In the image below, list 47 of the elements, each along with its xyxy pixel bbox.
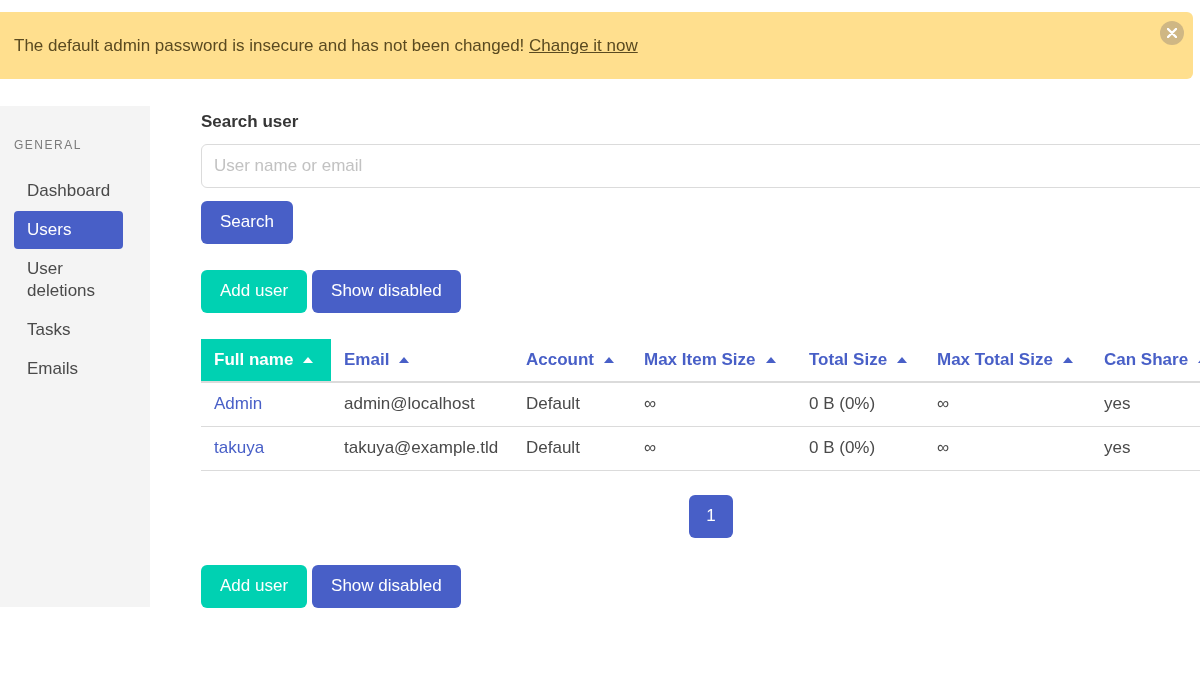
field-label: Search user [201,111,300,133]
table-cell-text: ∞ [643,393,658,416]
sidebar-item[interactable]: Dashboard [14,172,123,210]
table-cell-text: Default [525,437,581,460]
sidebar-item[interactable]: Emails [14,350,123,388]
column-label: Email [344,348,390,371]
column-label: Full name [214,348,294,371]
table-cell-text: ∞ [936,393,951,416]
column-label: Total Size [809,348,888,371]
table-cell-text: ∞ [643,437,658,460]
column-header[interactable]: Account [513,338,631,381]
page-button[interactable]: 1 [689,494,733,538]
sort-arrow-icon [604,356,614,363]
sidebar-item[interactable]: Tasks [14,311,123,349]
sort-arrow-icon [1062,356,1073,363]
column-header[interactable]: Can Share [1091,338,1200,381]
column-label: Can Share [1104,348,1189,371]
sidebar-item[interactable]: User deletions [14,250,123,310]
search-button[interactable]: Search [201,200,293,244]
sort-arrow-icon [765,356,776,363]
close-button[interactable] [1160,21,1184,45]
close-icon [1167,28,1177,38]
column-header[interactable]: Max Item Size [631,338,796,381]
table-cell-text: yes [1103,393,1132,416]
user-link[interactable]: takuya [201,435,331,461]
column-header[interactable]: Total Size [796,338,924,381]
user-link[interactable]: Admin [201,391,331,417]
table-cell-text: ∞ [936,437,951,460]
column-label: Account [526,348,594,371]
change-password-link[interactable]: Change it now [529,35,638,55]
warning-message: The default admin password is insecure and has not been changed! Change it now [14,34,638,57]
column-header[interactable]: Email [331,338,513,381]
search-field[interactable]: User name or email [201,143,1200,188]
sidebar-item[interactable]: Users [14,211,123,249]
table-cell-text: admin@localhost [343,393,476,416]
sort-arrow-icon [897,356,908,363]
table-cell-text: 0 B (0%) [808,437,877,460]
column-label: Max Item Size [644,348,756,371]
section-heading: GENERAL [14,137,83,154]
column-label: Max Total Size [937,348,1053,371]
sort-arrow-icon [303,356,314,363]
table-cell-text: Default [525,393,581,416]
column-header[interactable]: Max Total Size [924,338,1091,381]
table-cell-text: yes [1103,437,1132,460]
table-cell-text: takuya@example.tld [343,437,500,460]
sort-arrow-icon [399,356,410,363]
table-cell-text: 0 B (0%) [808,393,877,416]
